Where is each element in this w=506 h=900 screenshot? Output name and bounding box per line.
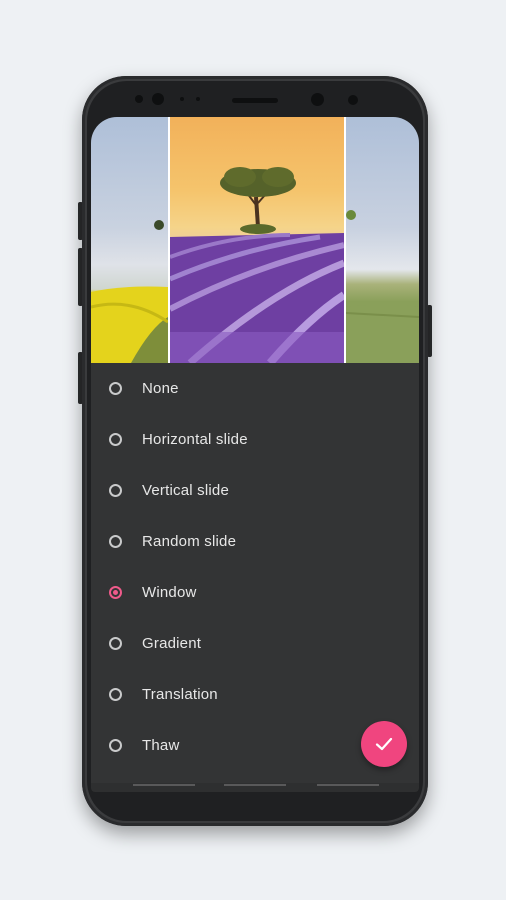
wallpaper-preview-center [170,117,344,363]
front-camera-icon [311,93,324,106]
option-label: Random slide [142,533,237,550]
rapeseed-field-image [91,220,168,363]
iris-sensor-icon [348,95,358,105]
nav-indicator [133,784,195,786]
option-label: None [142,380,179,397]
option-label: Gradient [142,635,202,652]
phone-screen: None Horizontal slide Vertical slide Ran… [91,117,419,792]
wallpaper-preview-left [91,117,168,363]
option-vertical-slide[interactable]: Vertical slide [91,465,419,516]
camera-icon [152,93,164,105]
option-translation[interactable]: Translation [91,669,419,720]
radio-button[interactable] [109,484,122,497]
option-label: Window [142,584,197,601]
transition-preview [91,117,419,363]
option-gradient[interactable]: Gradient [91,618,419,669]
speaker-grille [232,98,278,103]
option-label: Vertical slide [142,482,230,499]
sensor-icon [135,95,143,103]
option-none[interactable]: None [91,363,419,414]
option-label: Thaw [142,737,180,754]
check-icon [375,737,393,751]
sensor-icon [196,97,200,101]
option-label: Horizontal slide [142,431,248,448]
option-label: Translation [142,686,218,703]
wallpaper-preview-right [346,117,419,363]
lavender-field-image [170,167,344,363]
option-horizontal-slide[interactable]: Horizontal slide [91,414,419,465]
confirm-button[interactable] [361,721,407,767]
navigation-bar [91,782,419,792]
option-random-slide[interactable]: Random slide [91,516,419,567]
radio-button[interactable] [109,739,122,752]
option-window[interactable]: Window [91,567,419,618]
radio-button[interactable] [109,382,122,395]
green-hill-image [346,210,419,363]
radio-button[interactable] [109,433,122,446]
transition-options-list: None Horizontal slide Vertical slide Ran… [91,363,419,783]
nav-indicator [224,784,286,786]
radio-button-selected[interactable] [109,586,122,599]
radio-button[interactable] [109,535,122,548]
sensor-icon [180,97,184,101]
radio-button[interactable] [109,688,122,701]
nav-indicator [317,784,379,786]
radio-button[interactable] [109,637,122,650]
